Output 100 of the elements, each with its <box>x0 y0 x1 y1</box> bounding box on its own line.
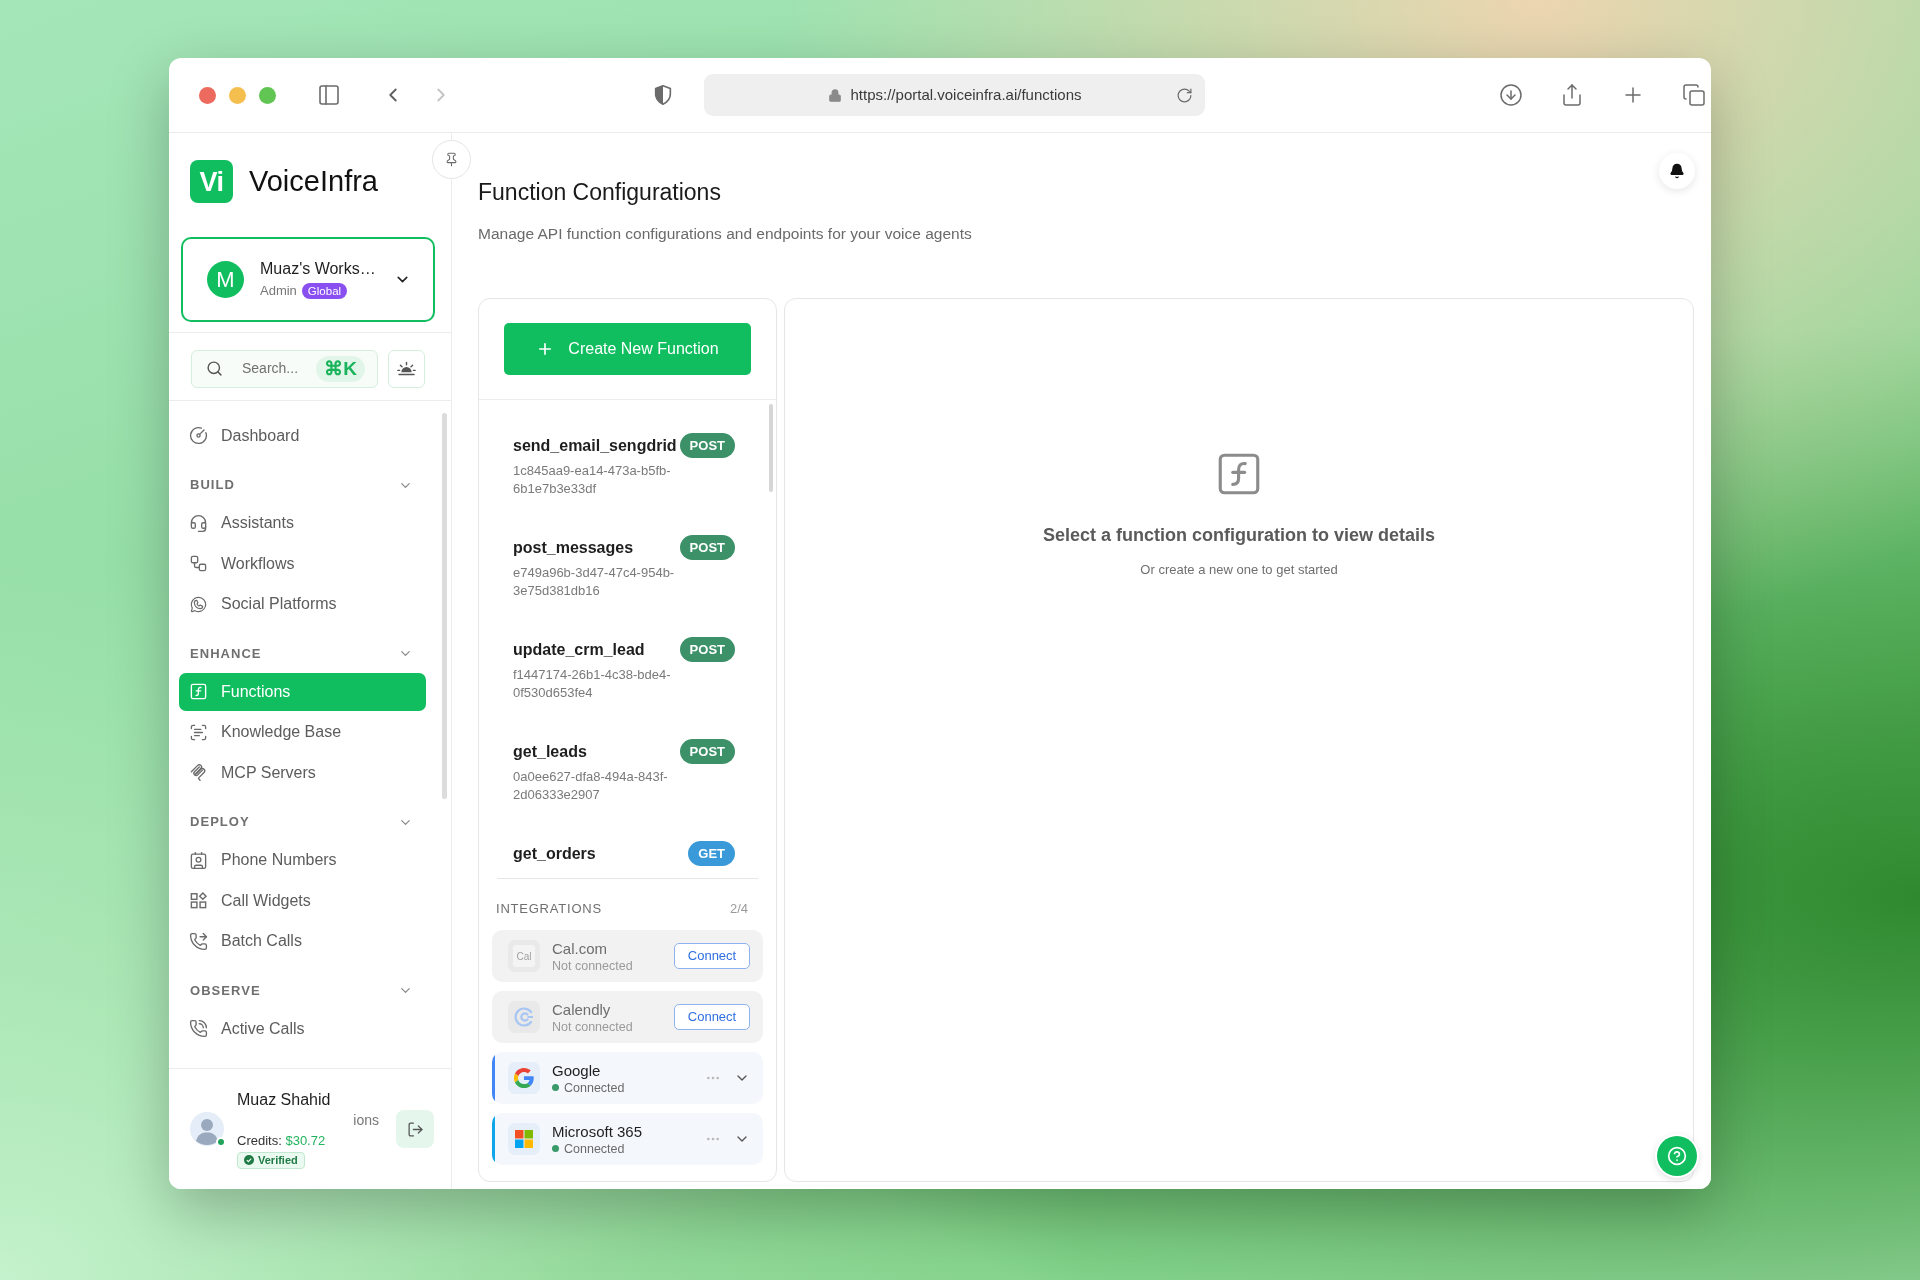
function-list-item[interactable]: send_email_sengdrid POST 1c845aa9-ea14-473a-b5fb-6b1e7b3e33df <box>491 414 764 516</box>
workspace-avatar: M <box>207 260 244 298</box>
nav-item[interactable]: Knowledge Base <box>179 713 426 752</box>
scope-badge: Global <box>301 282 348 299</box>
function-id: 0a0ee627-dfa8-494a-843f-2d06333e2907 <box>513 767 669 804</box>
connect-button[interactable]: Connect <box>674 943 750 969</box>
function-name: get_orders <box>513 843 596 864</box>
maximize-window-button[interactable] <box>259 86 276 104</box>
section-header[interactable]: ENHANCE <box>179 635 426 672</box>
shield-icon[interactable] <box>652 83 674 107</box>
function-id: f1447174-26b1-4c38-bde4-0f530d653fe4 <box>513 665 672 702</box>
credits-text: Credits: $30.72 <box>237 1131 326 1150</box>
search-icon <box>206 360 223 377</box>
bell-icon <box>1669 163 1685 179</box>
method-badge: POST <box>679 535 735 560</box>
integration-status: Connected <box>564 1140 625 1157</box>
reload-icon[interactable] <box>1176 86 1193 104</box>
method-badge: POST <box>679 739 735 764</box>
section-header[interactable]: DEPLOY <box>179 804 426 840</box>
four-squares-icon <box>508 1123 540 1155</box>
integration-status: Connected <box>564 1079 625 1096</box>
integration-name: Google <box>552 1060 602 1080</box>
download-icon[interactable] <box>1499 83 1523 107</box>
nav-item[interactable]: MCP Servers <box>179 753 426 792</box>
contact-card-icon <box>189 850 208 870</box>
empty-state-hint: Or create a new one to get started <box>1140 561 1338 579</box>
ring-c-icon <box>508 1001 540 1033</box>
section-header[interactable]: OBSERVE <box>179 972 426 1009</box>
notifications-button[interactable] <box>1659 153 1695 189</box>
empty-state-title: Select a function configuration to view details <box>1042 524 1436 547</box>
nav-item[interactable]: Dashboard <box>179 416 426 455</box>
section-header[interactable]: BUILD <box>179 467 426 503</box>
phone-forward-icon <box>189 931 208 951</box>
theme-toggle-button[interactable] <box>388 349 425 388</box>
integration-name: Cal.com <box>552 938 608 958</box>
integration-status: Not connected <box>552 1018 633 1035</box>
help-button[interactable] <box>1657 1136 1697 1176</box>
brand-logo: Vi <box>190 160 233 204</box>
phone-call-icon <box>189 1019 208 1039</box>
function-id: 1c845aa9-ea14-473a-b5fb-6b1e7b3e33df <box>513 461 672 498</box>
chat-phone-icon <box>189 594 208 614</box>
avatar-silhouette-icon <box>190 1112 224 1146</box>
method-badge: GET <box>688 841 735 866</box>
nav-item[interactable]: Call Widgets <box>179 881 426 920</box>
verified-label: Verified <box>258 1152 298 1168</box>
logout-button[interactable] <box>396 1110 434 1148</box>
user-name: Muaz Shahid <box>237 1089 332 1110</box>
function-name: get_leads <box>513 741 587 762</box>
integration-status: Not connected <box>552 957 633 974</box>
nav-item[interactable]: Assistants <box>179 504 426 543</box>
widgets-grid-icon <box>189 891 208 911</box>
integration-count: 2/4 <box>729 900 748 919</box>
function-icon <box>189 682 208 702</box>
function-list-item[interactable]: update_crm_lead POST f1447174-26b1-4c38-bde4-0f530d653fe4 <box>491 618 764 720</box>
shortcut-badge: ⌘K <box>316 355 365 382</box>
share-icon[interactable] <box>1560 83 1584 107</box>
brand-name: VoiceInfra <box>249 164 378 199</box>
nav-item[interactable]: Phone Numbers <box>179 841 426 880</box>
function-list-item[interactable]: get_leads POST 0a0ee627-dfa8-494a-843f-2d06333e2907 <box>491 720 764 822</box>
gauge-icon <box>189 426 208 446</box>
section-title: INTEGRATIONS <box>496 900 602 919</box>
method-badge: POST <box>679 433 735 458</box>
function-id: e749a96b-3d47-47c4-954b-3e75d381db16 <box>513 563 676 600</box>
half-sun-icon <box>397 361 416 376</box>
help-icon <box>1667 1146 1687 1166</box>
document-scan-icon <box>189 722 208 742</box>
logout-icon <box>406 1120 424 1138</box>
nav-item[interactable]: Active Calls <box>179 1009 426 1048</box>
workspace-switcher[interactable]: M Muaz's Works… Admin Global <box>181 236 435 322</box>
integration-name: Calendly <box>552 999 612 1019</box>
lock-icon <box>827 87 842 103</box>
nav-item[interactable]: Social Platforms <box>179 585 426 624</box>
scrollbar-thumb[interactable] <box>769 404 773 492</box>
text-logo: Cal <box>508 940 540 972</box>
nav-item[interactable]: Batch Calls <box>179 922 426 961</box>
workspace-name: Muaz's Works… <box>260 258 377 279</box>
headset-icon <box>189 513 208 533</box>
chain-icon <box>189 763 208 783</box>
search-input[interactable]: Search... <box>242 358 304 379</box>
function-name: send_email_sengdrid <box>513 435 677 456</box>
check-circle-icon <box>244 1155 254 1165</box>
address-bar[interactable]: https://portal.voiceinfra.ai/functions <box>704 74 1205 116</box>
integration-name: Microsoft 365 <box>552 1121 643 1141</box>
nav-item[interactable]: Workflows <box>179 544 426 583</box>
tab-overview-icon[interactable] <box>1682 83 1706 107</box>
method-badge: POST <box>679 637 735 662</box>
connect-button[interactable]: Connect <box>674 1004 750 1030</box>
page-subtitle: Manage API function configurations and endpoints for your voice agents <box>478 224 973 244</box>
workspace-role: Admin <box>260 281 297 300</box>
pin-icon <box>444 152 459 167</box>
function-list-item[interactable]: get_orders GET <box>491 822 764 877</box>
function-name: post_messages <box>513 537 634 558</box>
close-window-button[interactable] <box>199 86 216 104</box>
multicolor-g-icon <box>508 1062 540 1094</box>
scrollbar-thumb[interactable] <box>442 412 447 799</box>
function-name: update_crm_lead <box>513 639 645 660</box>
partial-text: ions <box>353 1110 379 1130</box>
page-title: Function Configurations <box>478 178 722 207</box>
function-list-item[interactable]: post_messages POST e749a96b-3d47-47c4-954b-3e75d381db16 <box>491 516 764 618</box>
workflow-icon <box>189 554 208 574</box>
